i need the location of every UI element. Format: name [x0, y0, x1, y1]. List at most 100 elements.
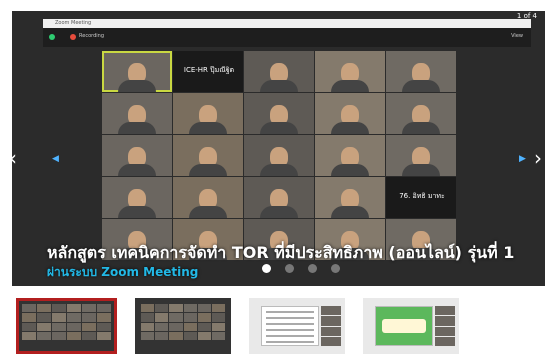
slideshow-stage: 1 of 4 Zoom Meeting Recording View ICE-H…: [12, 11, 545, 286]
thumbnail-4[interactable]: [363, 298, 459, 354]
thumbnail-cell: [169, 331, 183, 340]
slide-dot[interactable]: [308, 264, 317, 273]
slide-dots: [262, 264, 340, 273]
participant-body: [189, 164, 227, 176]
thumbnail-cell: [197, 304, 211, 313]
participant-tile: [102, 177, 172, 218]
thumbnail-cell: [169, 304, 183, 313]
thumbnail-strip: [16, 298, 540, 354]
participant-tile: [244, 51, 314, 92]
participant-tile: [173, 177, 243, 218]
participant-tile: [315, 177, 385, 218]
participant-body: [118, 206, 156, 218]
participant-body: [189, 206, 227, 218]
participant-tile: [244, 135, 314, 176]
thumbnail-cell: [435, 306, 455, 316]
participant-body: [331, 206, 369, 218]
thumbnail-cell: [183, 304, 197, 313]
thumbnail-2[interactable]: [135, 298, 231, 354]
thumbnail-1[interactable]: [16, 298, 117, 354]
thumbnail-video-column: [435, 306, 455, 346]
participant-body: [402, 80, 440, 92]
thumbnail-cell: [211, 304, 225, 313]
participant-tile: [173, 135, 243, 176]
thumbnail-line: [266, 323, 314, 325]
thumbnail-video-column: [321, 306, 341, 346]
participant-tile: [244, 93, 314, 134]
thumbnail-cell: [321, 316, 341, 326]
thumbnail-cell: [67, 304, 81, 313]
thumbnail-cell: [52, 322, 66, 331]
thumbnail-cell: [321, 336, 341, 346]
thumbnail-line: [266, 335, 314, 337]
thumbnail-line: [266, 311, 314, 313]
thumbnail-grid: [141, 304, 225, 340]
zoom-prev-page-icon: ◀: [52, 154, 59, 164]
thumbnail-cell: [141, 322, 155, 331]
slide-dot[interactable]: [331, 264, 340, 273]
thumbnail-cell: [82, 331, 96, 340]
thumbnail-cell: [435, 326, 455, 336]
recording-icon: [70, 34, 76, 40]
participant-body: [118, 80, 156, 92]
thumbnail-cell: [183, 331, 197, 340]
participant-body: [331, 80, 369, 92]
participant-tile: [386, 93, 456, 134]
thumbnail-cell: [155, 331, 169, 340]
thumbnail-cell: [37, 304, 51, 313]
thumbnail-cell: [197, 331, 211, 340]
participant-grid: ICE-HR ปุ๊มณีฐิต 76. อิทธิ มาทะ: [102, 51, 456, 266]
participant-tile: [386, 135, 456, 176]
thumbnail-cell: [52, 313, 66, 322]
thumbnail-cell: [37, 331, 51, 340]
zoom-window-title: Zoom Meeting: [55, 20, 92, 26]
thumbnail-cell: [211, 331, 225, 340]
participant-body: [331, 164, 369, 176]
security-icon: [49, 34, 55, 40]
thumbnail-cell: [321, 306, 341, 316]
zoom-titlebar: Zoom Meeting: [43, 19, 531, 28]
participant-body: [118, 164, 156, 176]
zoom-next-page-icon: ▶: [519, 154, 526, 164]
thumbnail-cell: [197, 313, 211, 322]
thumbnail-cell: [37, 322, 51, 331]
thumbnail-cell: [82, 313, 96, 322]
thumbnail-cell: [22, 304, 36, 313]
chevron-right-icon[interactable]: ›: [534, 146, 542, 170]
thumbnail-cell: [435, 336, 455, 346]
thumbnail-cell: [37, 313, 51, 322]
zoom-toolbar: Recording View: [43, 28, 531, 47]
thumbnail-sheet: [375, 306, 433, 346]
slide-dot[interactable]: [285, 264, 294, 273]
participant-body: [260, 164, 298, 176]
thumbnail-cell: [169, 322, 183, 331]
participant-tile: [315, 93, 385, 134]
participant-body: [402, 164, 440, 176]
thumbnail-cell: [52, 331, 66, 340]
chevron-left-icon[interactable]: ‹: [12, 146, 17, 170]
thumbnail-cell: [97, 322, 111, 331]
thumbnail-line: [266, 329, 314, 331]
thumbnail-cell: [82, 304, 96, 313]
thumbnail-cell: [67, 331, 81, 340]
thumbnail-cell: [22, 313, 36, 322]
participant-tile: [102, 93, 172, 134]
thumbnail-line: [266, 317, 314, 319]
participant-body: [260, 206, 298, 218]
thumbnail-banner: [382, 319, 426, 333]
thumbnail-cell: [197, 322, 211, 331]
participant-tile: [102, 135, 172, 176]
thumbnail-cell: [22, 322, 36, 331]
thumbnail-cell: [155, 313, 169, 322]
thumbnail-cell: [141, 331, 155, 340]
participant-body: [260, 80, 298, 92]
thumbnail-cell: [155, 304, 169, 313]
slide-subcaption: ผ่านระบบ Zoom Meeting: [47, 265, 199, 279]
slide-dot[interactable]: [262, 264, 271, 273]
thumbnail-cell: [183, 322, 197, 331]
participant-body: [331, 122, 369, 134]
thumbnail-cell: [82, 322, 96, 331]
participant-tile: [315, 51, 385, 92]
thumbnail-3[interactable]: [249, 298, 345, 354]
participant-body: [189, 122, 227, 134]
